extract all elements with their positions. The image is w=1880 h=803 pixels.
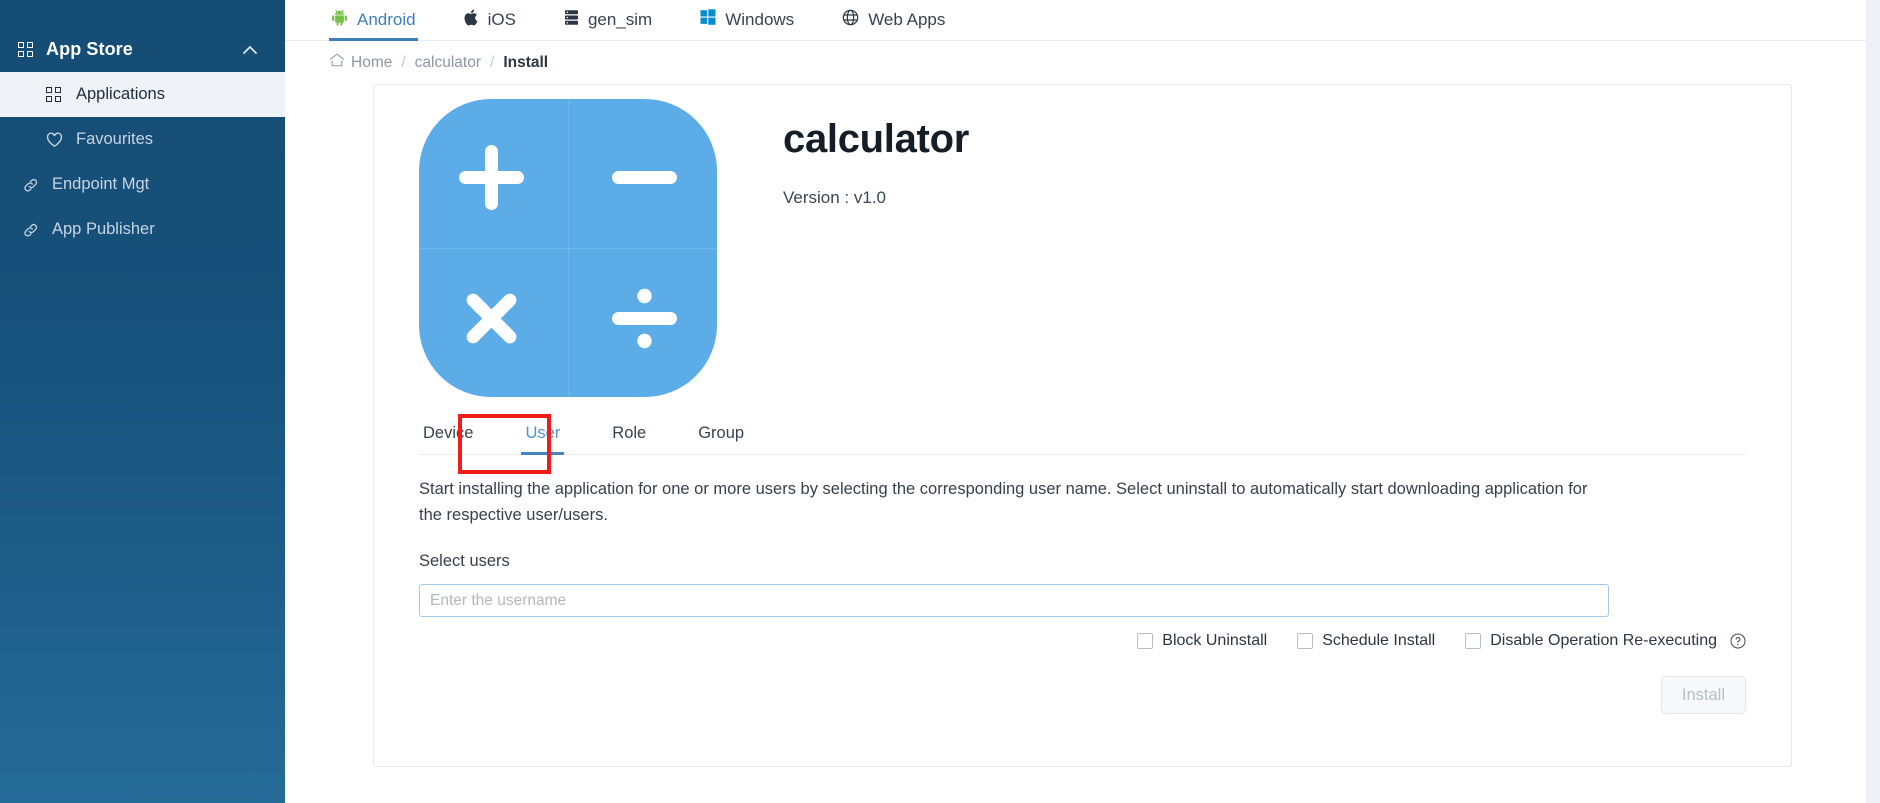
platform-tab-bar: Android iOS gen_sim Windows Web Apps (285, 0, 1880, 41)
plus-icon (455, 141, 528, 214)
icon-divider-horizontal (419, 248, 717, 249)
block-uninstall-checkbox[interactable] (1137, 633, 1154, 650)
sidebar-group-label: App Store (46, 38, 133, 59)
sidebar-item-label: Endpoint Mgt (52, 175, 150, 193)
minus-icon (608, 141, 681, 214)
sidebar-item-app-publisher[interactable]: App Publisher (0, 207, 285, 252)
breadcrumb-app[interactable]: calculator (415, 54, 481, 72)
install-description: Start installing the application for one… (419, 480, 1588, 524)
install-action-row: Install (374, 676, 1791, 715)
select-users-label: Select users (419, 552, 510, 571)
grid-icon (18, 41, 46, 57)
breadcrumb-current: Install (503, 53, 549, 71)
username-input[interactable] (419, 584, 1609, 618)
tab-device[interactable]: Device (419, 423, 477, 456)
tab-windows[interactable]: Windows (698, 1, 796, 41)
link-icon (22, 177, 52, 193)
link-icon (22, 222, 52, 238)
tab-label: Role (612, 423, 647, 442)
sidebar-item-endpoint-mgt[interactable]: Endpoint Mgt (0, 162, 285, 207)
option-label: Schedule Install (1322, 632, 1436, 650)
tab-group[interactable]: Group (694, 423, 748, 456)
tab-role[interactable]: Role (608, 423, 650, 456)
grid-icon (46, 87, 76, 102)
tab-label: User (525, 423, 561, 442)
breadcrumb-home-label: Home (351, 53, 393, 71)
help-circle-icon[interactable] (1730, 633, 1746, 649)
breadcrumb-home[interactable]: Home (329, 53, 392, 72)
install-button[interactable]: Install (1660, 676, 1746, 715)
page-title: calculator (783, 117, 969, 161)
app-version: Version : v1.0 (783, 188, 887, 207)
apple-icon (464, 9, 479, 31)
tab-label: Device (423, 423, 474, 442)
option-label: Disable Operation Re-executing (1490, 632, 1717, 650)
sidebar-item-label: App Publisher (52, 220, 155, 238)
breadcrumb: Home / calculator / Install (285, 41, 1880, 84)
app-install-card: calculator Version : v1.0 Device User Ro… (373, 84, 1792, 767)
option-block-uninstall[interactable]: Block Uninstall (1137, 632, 1267, 650)
tab-label: Web Apps (868, 9, 946, 29)
app-icon-container (419, 99, 719, 397)
app-meta: calculator Version : v1.0 (719, 99, 969, 397)
option-schedule-install[interactable]: Schedule Install (1297, 632, 1435, 650)
tab-web-apps[interactable]: Web Apps (840, 1, 947, 41)
home-icon (329, 53, 345, 72)
sidebar-group-app-store[interactable]: App Store (0, 26, 285, 72)
sidebar: App Store Applications Favourites Endpoi… (0, 0, 285, 803)
tab-android[interactable]: Android (329, 1, 418, 41)
tab-label: Group (698, 423, 745, 442)
multiply-icon (455, 282, 528, 355)
option-label: Block Uninstall (1162, 632, 1268, 650)
sidebar-item-label: Applications (76, 85, 165, 103)
sidebar-item-label: Favourites (76, 130, 154, 148)
tab-label: iOS (487, 9, 516, 29)
tab-user[interactable]: User (521, 423, 565, 455)
heart-icon (46, 132, 76, 148)
divide-icon (608, 282, 681, 355)
disable-re-executing-checkbox[interactable] (1465, 633, 1482, 650)
android-icon (331, 9, 348, 31)
schedule-install-checkbox[interactable] (1297, 633, 1314, 650)
calculator-app-icon (419, 99, 717, 397)
install-options-row: Block Uninstall Schedule Install Disable… (374, 632, 1791, 650)
tab-ios[interactable]: iOS (462, 1, 518, 41)
breadcrumb-separator: / (490, 53, 495, 71)
tab-label: Android (357, 9, 416, 29)
vertical-scrollbar[interactable] (1866, 0, 1880, 803)
option-disable-operation-re-executing[interactable]: Disable Operation Re-executing (1465, 632, 1746, 650)
tab-label: Windows (725, 9, 795, 29)
main-content: Android iOS gen_sim Windows Web Apps Hom… (285, 0, 1880, 803)
chevron-up-icon[interactable] (243, 39, 257, 60)
sidebar-item-applications[interactable]: Applications (0, 72, 285, 117)
tab-label: gen_sim (587, 9, 653, 29)
server-icon (564, 9, 579, 31)
windows-icon (700, 9, 716, 30)
sidebar-item-favourites[interactable]: Favourites (0, 117, 285, 162)
breadcrumb-separator: / (401, 53, 406, 71)
target-tab-bar: Device User Role Group (419, 415, 1746, 455)
globe-icon (842, 9, 859, 31)
content-scroll-area: calculator Version : v1.0 Device User Ro… (285, 84, 1880, 803)
app-header: calculator Version : v1.0 (374, 85, 1791, 397)
app-root: App Store Applications Favourites Endpoi… (0, 0, 1880, 803)
tab-gen-sim[interactable]: gen_sim (562, 1, 654, 41)
